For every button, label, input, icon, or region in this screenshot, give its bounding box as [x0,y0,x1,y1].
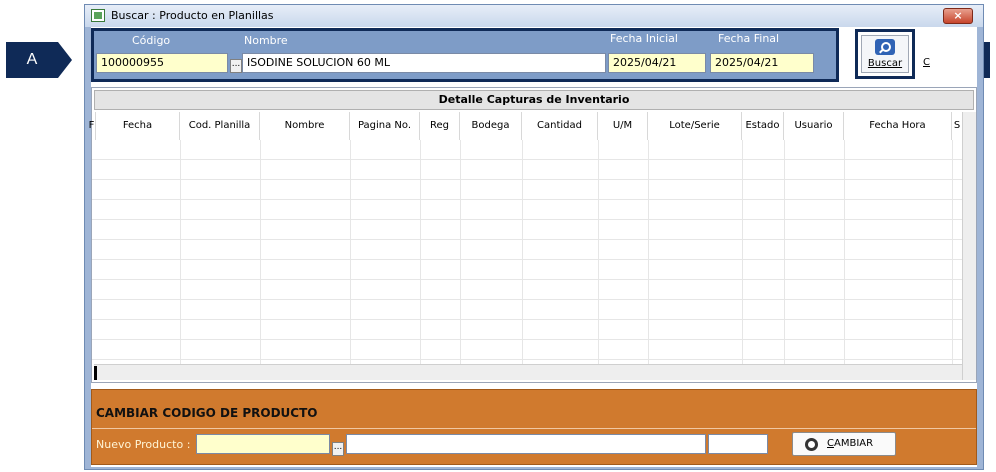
client-area: Código 100000955 ... Nombre ISODINE SOLU… [89,27,977,467]
codigo-field[interactable]: 100000955 [96,53,228,73]
search-panel: Código 100000955 ... Nombre ISODINE SOLU… [91,28,839,82]
column-header[interactable]: Cantidad [522,112,598,140]
buscar-highlight: Buscar [855,29,915,79]
cambiar-label: CAMBIAR [827,438,874,449]
column-header[interactable]: Reg [420,112,460,140]
table-row[interactable] [92,180,962,200]
column-header[interactable]: U/M [598,112,648,140]
table-row[interactable] [92,200,962,220]
horizontal-scrollbar[interactable] [94,364,962,380]
search-icon [875,39,895,55]
cambiar-button[interactable]: CAMBIAR [792,432,896,456]
window-title: Buscar : Producto en Planillas [111,9,274,22]
partial-button[interactable]: C [923,57,930,68]
buscar-button[interactable]: Buscar [861,35,909,73]
fecha-inicial-label: Fecha Inicial [610,32,678,45]
nuevo-producto-lookup-button[interactable]: ... [332,442,344,456]
column-header[interactable]: Lote/Serie [648,112,742,140]
column-header[interactable]: Usuario [784,112,844,140]
fecha-final-field[interactable]: 2025/04/21 [710,53,814,73]
grid-rows [92,140,962,364]
table-row[interactable] [92,320,962,340]
close-button[interactable]: × [943,8,973,24]
nuevo-producto-label: Nuevo Producto : [96,438,191,451]
search-window: Buscar : Producto en Planillas × Código … [84,4,984,470]
nombre-field[interactable]: ISODINE SOLUCION 60 ML [242,53,606,73]
table-row[interactable] [92,280,962,300]
column-header[interactable]: Cod. Planilla [180,112,260,140]
nombre-label: Nombre [244,34,288,47]
table-row[interactable] [92,260,962,280]
fecha-inicial-field[interactable]: 2025/04/21 [608,53,706,73]
callout-a: A [6,42,58,78]
grid-column-headers: F Fecha Cod. Planilla Nombre Pagina No. … [89,112,962,140]
inventory-grid: Detalle Capturas de Inventario F Fecha C… [89,87,977,383]
table-row[interactable] [92,140,962,160]
table-row[interactable] [92,300,962,320]
horizontal-scroll-thumb[interactable] [94,366,97,380]
callout-a-arrow [58,42,72,78]
change-panel-title: CAMBIAR CODIGO DE PRODUCTO [96,406,318,420]
column-header[interactable]: Fecha Hora [844,112,952,140]
table-row[interactable] [92,340,962,360]
codigo-lookup-button[interactable]: ... [230,59,242,73]
gear-icon [805,438,818,451]
nuevo-producto-extra-field[interactable] [708,434,768,454]
nuevo-producto-name-field[interactable] [346,434,706,454]
grid-title: Detalle Capturas de Inventario [94,90,974,110]
change-product-panel: CAMBIAR CODIGO DE PRODUCTO Nuevo Product… [91,389,977,465]
fecha-final-label: Fecha Final [718,32,780,45]
column-header[interactable]: Estado [742,112,784,140]
column-header[interactable]: Nombre [260,112,350,140]
column-header[interactable]: F [88,112,96,140]
column-header[interactable]: Fecha [96,112,180,140]
codigo-label: Código [132,34,171,47]
title-bar: Buscar : Producto en Planillas × [85,5,983,27]
table-row[interactable] [92,220,962,240]
column-header[interactable]: Bodega [460,112,522,140]
change-panel-divider [92,428,976,429]
vertical-scrollbar[interactable] [962,112,976,380]
column-header[interactable]: Pagina No. [350,112,420,140]
app-icon [91,9,105,22]
nuevo-producto-code-field[interactable] [196,434,330,454]
table-row[interactable] [92,240,962,260]
column-header[interactable]: S [952,112,962,140]
buscar-label: Buscar [867,58,903,69]
table-row[interactable] [92,160,962,180]
